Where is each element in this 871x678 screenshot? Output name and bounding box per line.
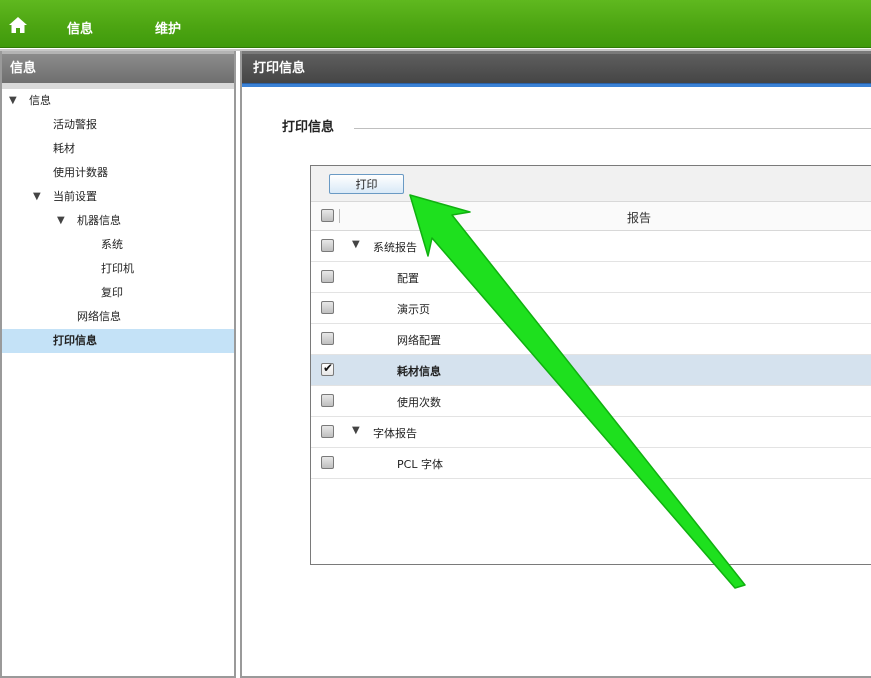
tree-item-label: 活动警报 bbox=[53, 118, 97, 131]
report-row-system[interactable]: ▼ 系统报告 bbox=[311, 231, 871, 262]
tree-item-label: 复印 bbox=[101, 286, 123, 299]
tree-item-label: 网络信息 bbox=[77, 310, 121, 323]
report-row-usage-count[interactable]: 使用次数 bbox=[311, 386, 871, 417]
tree-item-label: 耗材 bbox=[53, 142, 75, 155]
sidebar-title: 信息 bbox=[2, 51, 234, 83]
report-table: 打印 报告 ▼ 系统报告 配置 演示页 网络配置 ✔ 耗材信息 使用次数 ▼ 字… bbox=[310, 165, 871, 565]
report-column-header: 报告 bbox=[311, 202, 871, 231]
tree-item-supplies[interactable]: 耗材 bbox=[2, 137, 234, 161]
tree-item-print-info[interactable]: 打印信息 bbox=[2, 329, 234, 353]
tree-item-label: 打印机 bbox=[101, 262, 134, 275]
expand-triangle-icon[interactable]: ▼ bbox=[352, 425, 360, 436]
report-row-font[interactable]: ▼ 字体报告 bbox=[311, 417, 871, 448]
tree-item-copy[interactable]: 复印 bbox=[2, 281, 234, 305]
tree-item-label: 信息 bbox=[29, 94, 51, 107]
row-label: PCL 字体 bbox=[397, 458, 443, 471]
tree-item-label: 使用计数器 bbox=[53, 166, 108, 179]
row-label: 演示页 bbox=[397, 303, 430, 316]
tree-item-system[interactable]: 系统 bbox=[2, 233, 234, 257]
tree-item-label: 当前设置 bbox=[53, 190, 97, 203]
row-label: 网络配置 bbox=[397, 334, 441, 347]
row-label: 使用次数 bbox=[397, 396, 441, 409]
expand-triangle-icon[interactable]: ▼ bbox=[33, 185, 41, 209]
column-header-report: 报告 bbox=[627, 211, 652, 225]
report-row-config[interactable]: 配置 bbox=[311, 262, 871, 293]
tree-item-usage-counter[interactable]: 使用计数器 bbox=[2, 161, 234, 185]
tree-item-machine-info[interactable]: ▼ 机器信息 bbox=[2, 209, 234, 233]
row-checkbox[interactable] bbox=[321, 270, 334, 283]
row-checkbox[interactable] bbox=[321, 394, 334, 407]
main-panel: 打印信息 打印信息 打印 报告 ▼ 系统报告 配置 演示页 网络配置 ✔ 耗材信… bbox=[240, 51, 871, 678]
header-accent-line bbox=[242, 83, 871, 87]
column-separator bbox=[339, 209, 340, 223]
top-nav-bar: 信息 维护 bbox=[0, 0, 871, 48]
tree-item-printer[interactable]: 打印机 bbox=[2, 257, 234, 281]
expand-triangle-icon[interactable]: ▼ bbox=[57, 209, 65, 233]
main-header-title: 打印信息 bbox=[242, 51, 871, 83]
tree-item-label: 打印信息 bbox=[53, 334, 97, 347]
report-toolbar: 打印 bbox=[311, 166, 871, 202]
row-label: 配置 bbox=[397, 272, 419, 285]
row-checkbox[interactable] bbox=[321, 239, 334, 252]
select-all-checkbox[interactable] bbox=[321, 209, 334, 222]
report-row-supplies-info[interactable]: ✔ 耗材信息 bbox=[311, 355, 871, 386]
report-row-demo-page[interactable]: 演示页 bbox=[311, 293, 871, 324]
expand-triangle-icon[interactable]: ▼ bbox=[352, 239, 360, 250]
tree-item-active-alerts[interactable]: 活动警报 bbox=[2, 113, 234, 137]
expand-triangle-icon[interactable]: ▼ bbox=[9, 89, 17, 113]
section-divider bbox=[354, 128, 871, 129]
tree-item-current-settings[interactable]: ▼ 当前设置 bbox=[2, 185, 234, 209]
row-checkbox[interactable] bbox=[321, 425, 334, 438]
checkmark-icon: ✔ bbox=[323, 361, 334, 375]
tree-item-info[interactable]: ▼ 信息 bbox=[2, 89, 234, 113]
print-button[interactable]: 打印 bbox=[329, 174, 404, 194]
report-row-network-config[interactable]: 网络配置 bbox=[311, 324, 871, 355]
row-checkbox[interactable] bbox=[321, 456, 334, 469]
tree-item-label: 系统 bbox=[101, 238, 123, 251]
home-icon[interactable] bbox=[8, 16, 28, 34]
row-label: 耗材信息 bbox=[397, 365, 441, 378]
tree-item-network-info[interactable]: 网络信息 bbox=[2, 305, 234, 329]
row-label: 系统报告 bbox=[373, 241, 417, 254]
report-row-pcl-font[interactable]: PCL 字体 bbox=[311, 448, 871, 479]
row-checkbox[interactable] bbox=[321, 332, 334, 345]
row-checkbox[interactable] bbox=[321, 301, 334, 314]
section-title: 打印信息 bbox=[282, 120, 335, 135]
row-label: 字体报告 bbox=[373, 427, 417, 440]
nav-info[interactable]: 信息 bbox=[67, 18, 93, 37]
nav-maintenance[interactable]: 维护 bbox=[155, 18, 181, 37]
sidebar: 信息 ▼ 信息 活动警报 耗材 使用计数器 ▼ 当前设置 ▼ 机器信息 系统 打… bbox=[0, 51, 236, 678]
tree-item-label: 机器信息 bbox=[77, 214, 121, 227]
row-checkbox-checked[interactable]: ✔ bbox=[321, 361, 334, 376]
